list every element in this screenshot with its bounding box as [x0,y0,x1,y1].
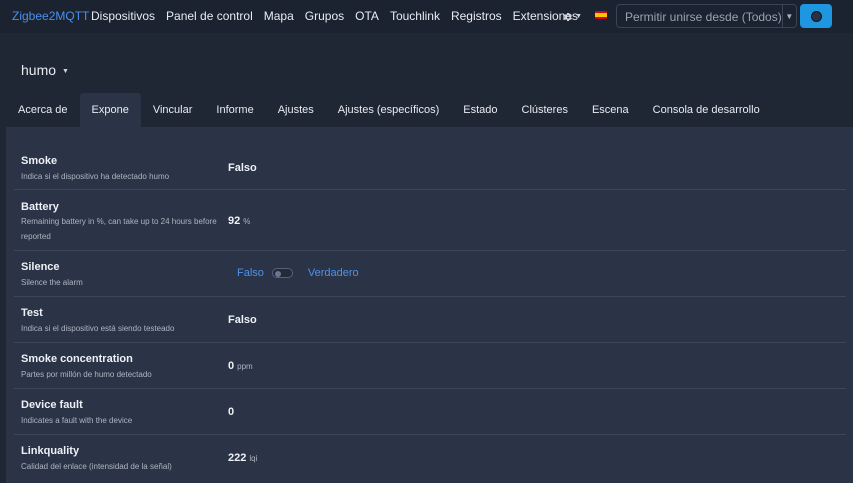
permit-join-icon [810,10,822,22]
settings-dropdown[interactable]: ▼ [562,9,582,24]
expose-name: Smoke [21,155,58,167]
expose-description: Silence the alarm [21,278,83,287]
expose-description: Indica si el dispositivo ha detectado hu… [21,172,170,181]
exposes-panel: Smoke Indica si el dispositivo ha detect… [6,127,853,483]
smoke-concentration-unit: ppm [237,362,253,371]
expose-value: 92% [228,215,250,227]
expose-description: Indicates a fault with the device [21,416,133,425]
expose-row-device-fault: Device fault Indicates a fault with the … [14,389,846,435]
tab-exposes[interactable]: Expone [79,93,141,127]
expose-value: 222 lqi [228,452,257,464]
tab-dev-console[interactable]: Consola de desarrollo [641,93,772,127]
nav-link-map[interactable]: Mapa [264,9,294,23]
expose-row-silence: Silence Silence the alarm Falso Verdader… [14,251,846,297]
tab-bind[interactable]: Vincular [141,93,205,127]
nav-link-devices[interactable]: Dispositivos [91,9,155,23]
brand-link[interactable]: Zigbee2MQTT [12,9,89,23]
expose-value: Falso [228,314,257,326]
device-selector[interactable]: humo ▼ [21,62,69,78]
smoke-concentration-value: 0 [228,360,235,372]
expose-row-smoke: Smoke Indica si el dispositivo ha detect… [14,144,846,190]
switch-knob [274,270,281,277]
expose-name: Device fault [21,399,83,411]
silence-on-label[interactable]: Verdadero [308,267,359,279]
nav-link-dashboard[interactable]: Panel de control [166,9,253,23]
nav-links: Dispositivos Panel de control Mapa Grupo… [91,9,589,23]
expose-value: 0 [228,406,235,418]
device-tabs: Acerca de Expone Vincular Informe Ajuste… [6,93,772,127]
permit-join-button[interactable] [800,4,832,28]
linkquality-value: 222 [228,452,247,464]
chevron-down-icon: ▼ [575,13,582,20]
battery-unit: % [243,217,251,226]
gear-icon [564,12,573,21]
expose-name: Test [21,307,43,319]
silence-toggle-group: Falso Verdadero [237,267,359,279]
expose-description: Calidad del enlace (intensidad de la señ… [21,462,172,471]
expose-name: Smoke concentration [21,353,133,365]
expose-value: 0 ppm [228,360,253,372]
tab-clusters[interactable]: Clústeres [510,93,580,127]
tab-about[interactable]: Acerca de [6,93,80,127]
silence-switch[interactable] [271,268,293,278]
expose-description: Partes por millón de humo detectado [21,370,152,379]
expose-row-battery: Battery Remaining battery in %, can take… [14,190,846,251]
nav-link-touchlink[interactable]: Touchlink [390,9,440,23]
battery-value: 92 [228,215,241,227]
chevron-down-icon: ▼ [62,67,69,75]
expose-description: Remaining battery in %, can take up to 2… [21,217,217,241]
nav-link-ota[interactable]: OTA [355,9,379,23]
expose-value: Falso [228,162,257,174]
tab-specific-settings[interactable]: Ajustes (específicos) [326,93,451,127]
expose-name: Silence [21,261,60,273]
expose-description: Indica si el dispositivo está siendo tes… [21,324,175,333]
expose-name: Linkquality [21,445,80,457]
expose-row-smoke-concentration: Smoke concentration Partes por millón de… [14,343,846,389]
tab-reporting[interactable]: Informe [204,93,265,127]
linkquality-unit: lqi [249,454,258,463]
tab-state[interactable]: Estado [451,93,509,127]
spain-flag-icon[interactable] [595,11,607,19]
permit-join-select[interactable]: Permitir unirse desde (Todos) ▼ [616,4,797,28]
chevron-down-icon[interactable]: ▼ [781,5,796,27]
expose-row-linkquality: Linkquality Calidad del enlace (intensid… [14,435,846,481]
device-name: humo [21,62,57,78]
nav-link-logs[interactable]: Registros [451,9,502,23]
top-navbar: Zigbee2MQTT Dispositivos Panel de contro… [0,0,853,33]
nav-link-groups[interactable]: Grupos [305,9,344,23]
tab-settings[interactable]: Ajustes [266,93,326,127]
tab-scene[interactable]: Escena [580,93,641,127]
expose-row-test: Test Indica si el dispositivo está siend… [14,297,846,343]
permit-join-label: Permitir unirse desde (Todos) [625,10,782,24]
silence-off-label[interactable]: Falso [237,267,264,279]
expose-name: Battery [21,201,59,213]
